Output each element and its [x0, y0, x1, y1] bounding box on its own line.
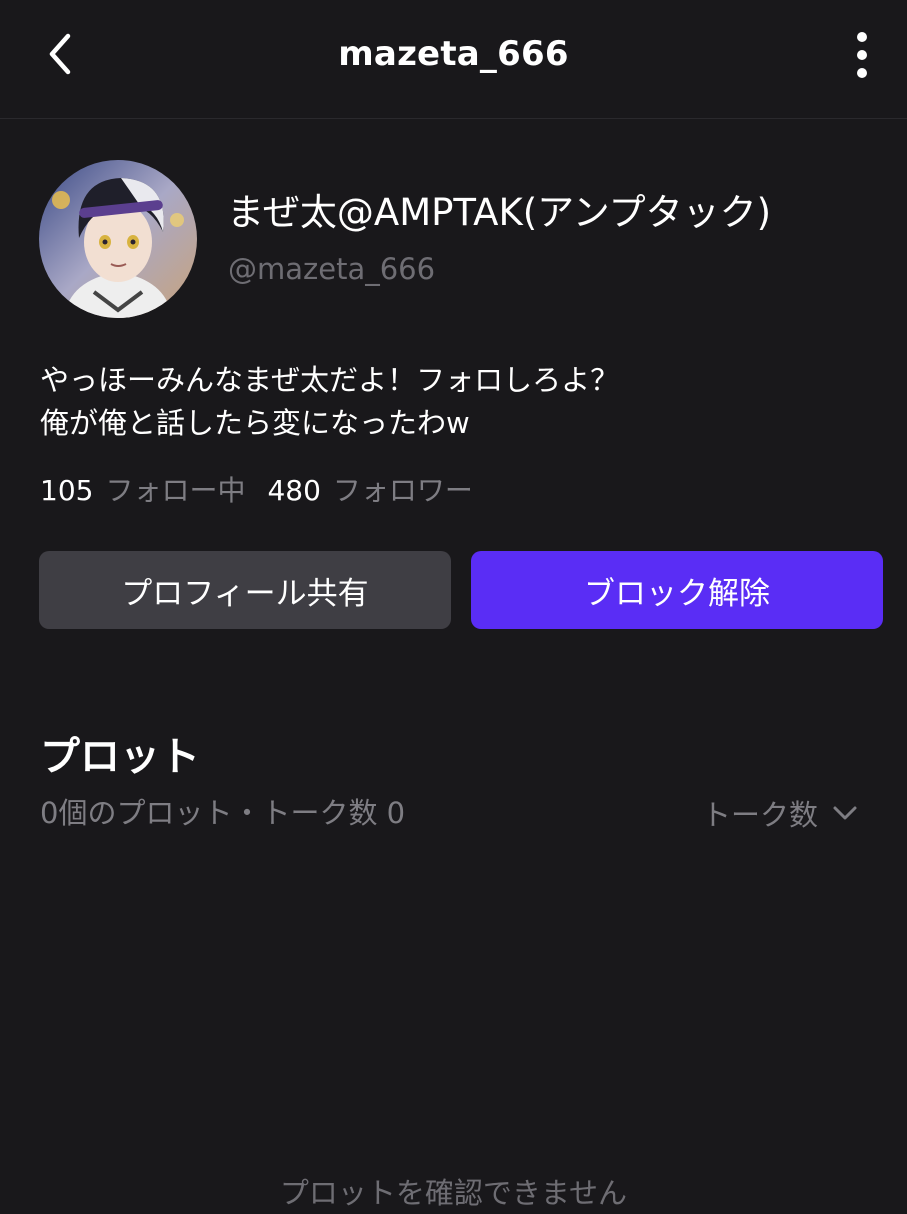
sort-label: トーク数 [702, 798, 819, 832]
avatar-image [39, 160, 197, 318]
followers-count: 480 [267, 474, 321, 507]
following-label: フォロー中 [105, 474, 246, 507]
more-vertical-icon [857, 32, 867, 78]
followers-stat[interactable]: 480 フォロワー [267, 474, 472, 507]
following-stat[interactable]: 105 フォロー中 [40, 474, 245, 507]
display-name: まぜ太@AMPTAK(アンプタック) [227, 191, 772, 234]
bio-line: 俺が俺と話したら変になったわw [40, 406, 470, 440]
username-handle: @mazeta_666 [228, 252, 436, 286]
share-profile-button[interactable]: プロフィール共有 [39, 551, 451, 629]
follow-stats: 105 フォロー中 480 フォロワー [40, 470, 473, 512]
avatar[interactable] [39, 160, 197, 318]
top-bar: mazeta_666 [0, 0, 907, 119]
unblock-button[interactable]: ブロック解除 [471, 551, 883, 629]
bio: やっほーみんなまぜ太だよ！フォロしろよ？ 俺が俺と話したら変になったわw [40, 359, 619, 445]
sort-dropdown[interactable]: トーク数 [702, 790, 858, 836]
plots-section-title: プロット [40, 734, 200, 780]
followers-label: フォロワー [332, 474, 473, 507]
following-count: 105 [40, 474, 94, 507]
empty-state-message: プロットを確認できません [279, 1176, 628, 1210]
more-options-button[interactable] [838, 28, 886, 82]
plot-summary: 0個のプロット・トーク数 0 [40, 796, 406, 830]
bio-line: やっほーみんなまぜ太だよ！フォロしろよ？ [40, 363, 620, 397]
chevron-down-icon [833, 806, 857, 820]
page-title: mazeta_666 [338, 34, 569, 74]
